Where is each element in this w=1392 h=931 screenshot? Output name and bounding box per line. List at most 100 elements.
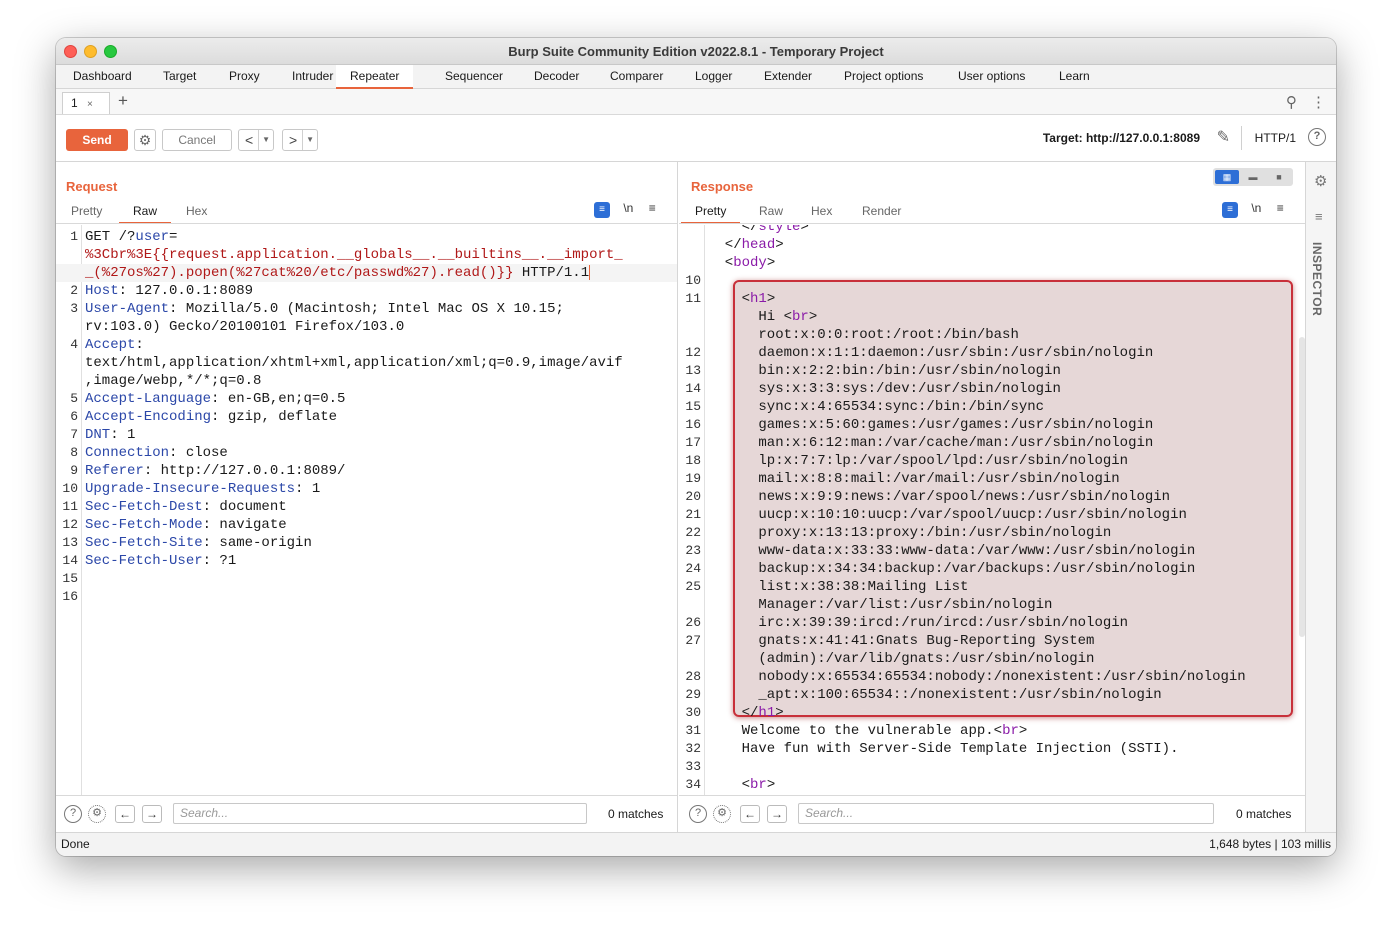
request-tab-hex[interactable]: Hex — [186, 204, 207, 224]
response-line: 14 sys:x:3:3:sys:/dev:/usr/sbin/nologin — [679, 380, 1305, 398]
new-tab-icon[interactable]: + — [118, 91, 128, 111]
menu-tab-logger[interactable]: Logger — [693, 65, 734, 89]
code-text: Hi <br> — [708, 309, 818, 325]
edit-target-pencil-icon[interactable]: ✎ — [1217, 127, 1230, 147]
menu-tab-intruder[interactable]: Intruder — [290, 65, 335, 89]
menu-tab-proxy[interactable]: Proxy — [227, 65, 262, 89]
code-text: Upgrade-Insecure-Requests: 1 — [85, 481, 321, 497]
menu-tab-user-options[interactable]: User options — [956, 65, 1027, 89]
title-bar: Burp Suite Community Edition v2022.8.1 -… — [56, 38, 1336, 65]
code-text: Manager:/var/list:/usr/sbin/nologin — [708, 597, 1053, 613]
line-number: 1 — [70, 229, 78, 244]
next-match-arrow-icon[interactable]: → — [767, 805, 787, 823]
menu-tab-repeater[interactable]: Repeater — [336, 65, 414, 89]
layout-toggle[interactable]: ▦ ▬ ■ — [1213, 168, 1293, 186]
menu-tab-sequencer[interactable]: Sequencer — [443, 65, 505, 89]
newline-toggle-icon[interactable]: \n — [1251, 201, 1261, 215]
response-line: Manager:/var/list:/usr/sbin/nologin — [679, 596, 1305, 614]
word-wrap-icon[interactable]: ≡ — [1222, 202, 1238, 218]
request-title: Request — [66, 179, 118, 194]
code-text: mail:x:8:8:mail:/var/mail:/usr/sbin/nolo… — [708, 471, 1120, 487]
response-search-input[interactable]: Search... — [798, 803, 1214, 824]
response-line: 21 uucp:x:10:10:uucp:/var/spool/uucp:/us… — [679, 506, 1305, 524]
request-line: 2 Host: 127.0.0.1:8089 — [56, 282, 677, 300]
line-number: 10 — [685, 273, 701, 288]
menu-tab-target[interactable]: Target — [161, 65, 198, 89]
request-line: 4 Accept: — [56, 336, 677, 354]
split-view-icon[interactable]: ▦ — [1215, 170, 1239, 184]
previous-match-arrow-icon[interactable]: ← — [740, 805, 760, 823]
gear-icon[interactable]: ⚙ — [1314, 172, 1327, 190]
line-number: 25 — [685, 579, 701, 594]
code-text: Accept-Language: en-GB,en;q=0.5 — [85, 391, 346, 407]
previous-match-arrow-icon[interactable]: ← — [115, 805, 135, 823]
request-tab-1[interactable]: 1 × — [62, 92, 110, 114]
request-tab-pretty[interactable]: Pretty — [71, 204, 102, 224]
list-icon[interactable]: ≡ — [1315, 209, 1323, 224]
code-text: backup:x:34:34:backup:/var/backups:/usr/… — [708, 561, 1196, 577]
line-number: 31 — [685, 723, 701, 738]
menu-icon[interactable]: ≡ — [1277, 201, 1284, 215]
response-tab-pretty[interactable]: Pretty — [681, 204, 741, 224]
request-editor[interactable]: 1 GET /?user= %3Cbr%3E{{request.applicatio… — [56, 225, 677, 795]
line-number: 12 — [62, 517, 78, 532]
response-tab-render[interactable]: Render — [862, 204, 901, 224]
request-line: ,image/webp,*/*;q=0.8 — [56, 372, 677, 390]
help-icon[interactable]: ? — [689, 805, 707, 823]
code-text: uucp:x:10:10:uucp:/var/spool/uucp:/usr/s… — [708, 507, 1187, 523]
close-tab-icon[interactable]: × — [87, 99, 93, 110]
repeater-toolbar: Send ⚙ Cancel < ▼ > ▼ Target: http://127… — [56, 115, 1336, 162]
response-line: 33 — [679, 758, 1305, 776]
inspector-toggle[interactable]: INSPECTOR — [1310, 242, 1324, 316]
zoom-window-button[interactable] — [104, 45, 117, 58]
response-tab-raw[interactable]: Raw — [759, 204, 783, 224]
line-number: 18 — [685, 453, 701, 468]
line-number: 15 — [685, 399, 701, 414]
http-version-toggle[interactable]: HTTP/1 — [1255, 131, 1296, 145]
menu-tab-learn[interactable]: Learn — [1057, 65, 1092, 89]
request-line: 6 Accept-Encoding: gzip, deflate — [56, 408, 677, 426]
send-settings-gear-icon[interactable]: ⚙ — [134, 129, 156, 151]
menu-tab-comparer[interactable]: Comparer — [608, 65, 665, 89]
code-text: Welcome to the vulnerable app.<br> — [708, 723, 1028, 739]
single-view-icon[interactable]: ■ — [1267, 170, 1291, 184]
response-line: root:x:0:0:root:/root:/bin/bash — [679, 326, 1305, 344]
gear-icon[interactable]: ⚙ — [88, 805, 106, 823]
code-text: DNT: 1 — [85, 427, 136, 443]
back-button[interactable]: < ▼ — [238, 129, 274, 151]
response-line: </head> — [679, 236, 1305, 254]
menu-tab-decoder[interactable]: Decoder — [532, 65, 581, 89]
menu-tab-project-options[interactable]: Project options — [842, 65, 925, 89]
chevron-down-icon[interactable]: ▼ — [258, 130, 270, 150]
request-line: 5 Accept-Language: en-GB,en;q=0.5 — [56, 390, 677, 408]
newline-toggle-icon[interactable]: \n — [623, 201, 633, 215]
more-options-icon[interactable]: ⋮ — [1311, 94, 1326, 111]
word-wrap-icon[interactable]: ≡ — [594, 202, 610, 218]
help-icon[interactable]: ? — [1308, 128, 1326, 146]
menu-tab-extender[interactable]: Extender — [762, 65, 814, 89]
code-text: root:x:0:0:root:/root:/bin/bash — [708, 327, 1019, 343]
gear-icon[interactable]: ⚙ — [713, 805, 731, 823]
help-icon[interactable]: ? — [64, 805, 82, 823]
forward-button[interactable]: > ▼ — [282, 129, 318, 151]
request-search-input[interactable]: Search... — [173, 803, 587, 824]
code-text: Referer: http://127.0.0.1:8089/ — [85, 463, 346, 479]
request-line: 15 — [56, 570, 677, 588]
chevron-down-icon[interactable]: ▼ — [302, 130, 314, 150]
menu-tab-dashboard[interactable]: Dashboard — [71, 65, 134, 89]
menu-icon[interactable]: ≡ — [649, 201, 656, 215]
request-tab-raw[interactable]: Raw — [119, 204, 172, 224]
minimize-window-button[interactable] — [84, 45, 97, 58]
response-editor[interactable]: </style> </head> <body> 10 11 <h1> Hi <br>… — [679, 225, 1305, 795]
line-number: 19 — [685, 471, 701, 486]
stacked-view-icon[interactable]: ▬ — [1241, 170, 1265, 184]
send-button[interactable]: Send — [66, 129, 128, 151]
response-line: 20 news:x:9:9:news:/var/spool/news:/usr/… — [679, 488, 1305, 506]
response-tab-hex[interactable]: Hex — [811, 204, 832, 224]
next-match-arrow-icon[interactable]: → — [142, 805, 162, 823]
cancel-button[interactable]: Cancel — [162, 129, 232, 151]
search-icon[interactable]: ⚲ — [1286, 94, 1297, 111]
response-line: 30 </h1> — [679, 704, 1305, 722]
close-window-button[interactable] — [64, 45, 77, 58]
line-number: 4 — [70, 337, 78, 352]
